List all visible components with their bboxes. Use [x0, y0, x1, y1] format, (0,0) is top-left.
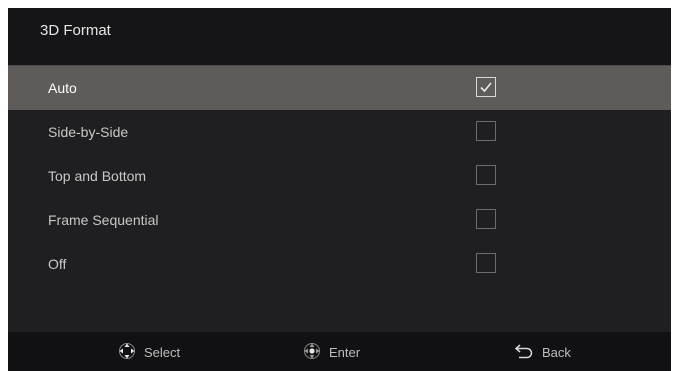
menu-header: 3D Format [8, 8, 671, 65]
hint-back: Back [514, 343, 571, 361]
checkbox-unchecked[interactable] [476, 165, 496, 185]
hint-enter-label: Enter [329, 344, 361, 360]
back-arrow-icon [514, 343, 534, 362]
dpad-icon [118, 342, 136, 363]
option-label: Off [48, 256, 67, 272]
option-auto[interactable]: Auto [8, 66, 671, 110]
option-frame-sequential[interactable]: Frame Sequential [8, 198, 671, 242]
hint-select: Select [118, 342, 181, 363]
hint-enter: Enter [303, 342, 361, 363]
option-label: Auto [48, 80, 77, 96]
checkbox-unchecked[interactable] [476, 253, 496, 273]
option-label: Side-by-Side [48, 124, 129, 140]
osd-menu-panel: 3D Format Auto Side-by-Side Top and Bott… [8, 8, 671, 371]
option-label: Frame Sequential [48, 212, 159, 228]
option-side-by-side[interactable]: Side-by-Side [8, 110, 671, 154]
option-top-and-bottom[interactable]: Top and Bottom [8, 154, 671, 198]
checkbox-unchecked[interactable] [476, 209, 496, 229]
checkbox-unchecked[interactable] [476, 121, 496, 141]
option-label: Top and Bottom [48, 168, 147, 184]
checkbox-checked[interactable] [476, 77, 496, 97]
option-off[interactable]: Off [8, 242, 671, 286]
hint-select-label: Select [144, 344, 181, 360]
footer-hint-bar: Select Enter Back [8, 332, 671, 371]
format-option-list: Auto Side-by-Side Top and Bottom Frame S… [8, 66, 671, 286]
dpad-enter-icon [303, 342, 321, 363]
hint-back-label: Back [542, 344, 571, 360]
page-title: 3D Format [40, 22, 111, 39]
checkmark-icon [480, 82, 492, 93]
